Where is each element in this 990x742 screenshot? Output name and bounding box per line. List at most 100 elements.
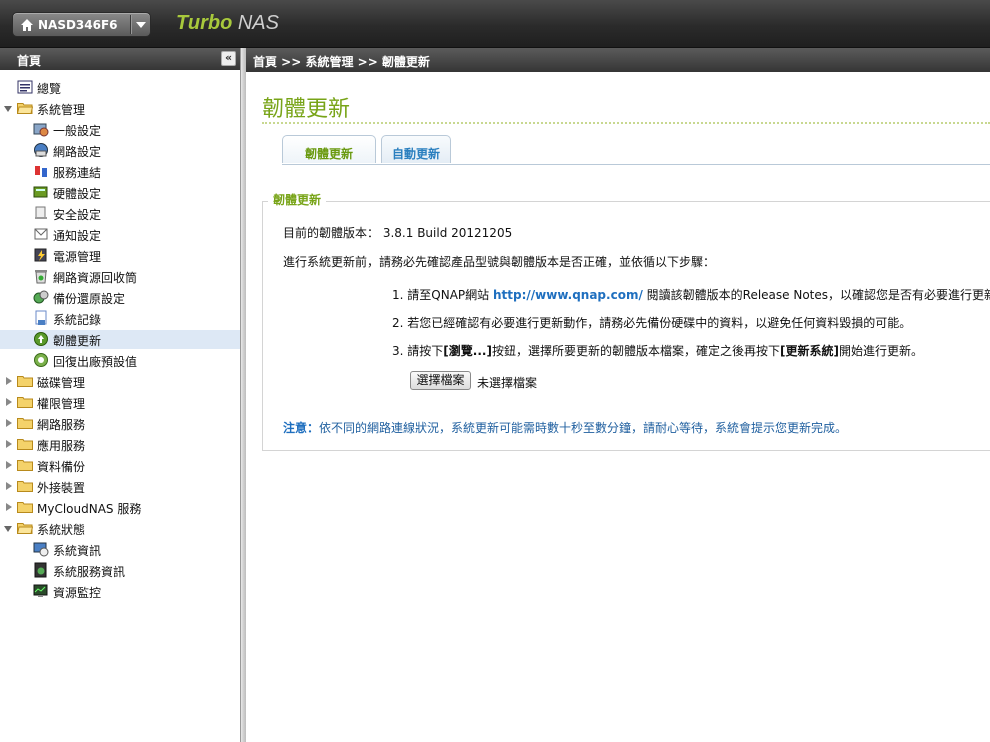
sidebar-item-disk-management[interactable]: 磁碟管理 bbox=[0, 372, 240, 391]
sidebar-item-system-service-information[interactable]: 系統服務資訊 bbox=[0, 561, 240, 580]
expand-toggle-icon[interactable] bbox=[6, 419, 12, 427]
sidebar-item-network-settings[interactable]: 網路設定 bbox=[0, 141, 240, 160]
selector-divider bbox=[130, 15, 131, 34]
tab-label: 韌體更新 bbox=[304, 147, 353, 161]
expand-toggle-icon[interactable] bbox=[6, 461, 12, 469]
tab-bar: 韌體更新 自動更新 bbox=[282, 135, 990, 165]
nas-name: NASD346F6 bbox=[38, 18, 118, 32]
expand-toggle-icon[interactable] bbox=[6, 503, 12, 511]
expand-toggle-icon[interactable] bbox=[6, 482, 12, 490]
step-1: 1. 請至QNAP網站 http://www.qnap.com/ 閱讀該韌體版本… bbox=[392, 286, 990, 303]
tab-firmware-update[interactable]: 韌體更新 bbox=[282, 135, 376, 163]
sidebar-item-label: 網路設定 bbox=[53, 145, 102, 159]
step-3-update-system: [更新系統] bbox=[779, 344, 839, 358]
general-settings-icon bbox=[33, 123, 49, 137]
sidebar-item-label: 備份還原設定 bbox=[53, 292, 126, 306]
title-divider bbox=[262, 122, 990, 124]
step-1-pre: 請至QNAP網站 bbox=[407, 288, 490, 302]
qnap-website-link[interactable]: http://www.qnap.com/ bbox=[493, 288, 643, 302]
step-3-text-a: 請按下 bbox=[407, 344, 444, 358]
step-1-post: 閱讀該韌體版本的Release Notes，以確認您是否有必要進行更新。 bbox=[646, 288, 990, 302]
breadcrumb: 首頁 >> 系統管理 >> 韌體更新 bbox=[246, 48, 990, 72]
sidebar-item-restore-factory-defaults[interactable]: 回復出廠預設值 bbox=[0, 351, 240, 370]
folder-icon bbox=[17, 460, 33, 471]
security-settings-icon bbox=[35, 206, 47, 219]
sidebar-item-label: 資源監控 bbox=[53, 586, 102, 600]
home-icon bbox=[21, 19, 33, 31]
folder-icon bbox=[17, 397, 33, 408]
sidebar-item-mycloudnas[interactable]: MyCloudNAS 服務 bbox=[0, 498, 240, 517]
sidebar-item-label: 外接裝置 bbox=[37, 481, 86, 495]
no-file-chosen-text: 未選擇檔案 bbox=[477, 376, 538, 390]
collapse-sidebar-button[interactable]: « bbox=[221, 51, 236, 66]
chevron-down-icon[interactable] bbox=[136, 22, 146, 28]
expand-toggle-icon[interactable] bbox=[6, 398, 12, 406]
sidebar-item-application-services[interactable]: 應用服務 bbox=[0, 435, 240, 454]
sidebar-item-firmware-update[interactable]: 韌體更新 bbox=[0, 330, 240, 349]
sidebar-item-label: 網路資源回收筒 bbox=[53, 271, 138, 285]
sidebar-item-label: 電源管理 bbox=[53, 250, 102, 264]
note: 注意：依不同的網路連線狀況，系統更新可能需時數十秒至數分鐘，請耐心等待，系統會提… bbox=[283, 419, 847, 436]
sidebar-item-label: 系統服務資訊 bbox=[53, 565, 126, 579]
tab-auto-update[interactable]: 自動更新 bbox=[381, 135, 451, 163]
sidebar-item-label: 資料備份 bbox=[37, 460, 86, 474]
restore-defaults-icon bbox=[34, 353, 48, 367]
sidebar-item-label: 系統記錄 bbox=[53, 313, 102, 327]
system-logs-icon bbox=[35, 310, 47, 325]
sidebar-item-permission-management[interactable]: 權限管理 bbox=[0, 393, 240, 412]
sidebar-item-system-status[interactable]: 系統狀態 bbox=[0, 519, 240, 538]
page-title: 韌體更新 bbox=[262, 97, 351, 122]
service-binding-icon bbox=[35, 166, 47, 177]
sidebar-item-label: 回復出廠預設值 bbox=[53, 355, 138, 369]
sidebar-item-label: 通知設定 bbox=[53, 229, 102, 243]
sidebar-item-notification-settings[interactable]: 通知設定 bbox=[0, 225, 240, 244]
network-settings-icon bbox=[34, 143, 48, 157]
sidebar-item-external-devices[interactable]: 外接裝置 bbox=[0, 477, 240, 496]
nas-selector[interactable]: NASD346F6 bbox=[12, 12, 151, 37]
step-2-text: 若您已經確認有必要進行更新動作，請務必先備份硬碟中的資料，以避免任何資料毀損的可… bbox=[407, 316, 912, 330]
recycle-bin-icon bbox=[35, 270, 47, 284]
sidebar-item-label: 應用服務 bbox=[37, 439, 86, 453]
sidebar-item-label: 硬體設定 bbox=[53, 187, 102, 201]
step-3-browse: [瀏覽...] bbox=[443, 344, 492, 358]
sidebar-item-hardware-settings[interactable]: 硬體設定 bbox=[0, 183, 240, 202]
step-2: 2. 若您已經確認有必要進行更新動作，請務必先備份硬碟中的資料，以避免任何資料毀… bbox=[392, 314, 911, 331]
sidebar-item-security-settings[interactable]: 安全設定 bbox=[0, 204, 240, 223]
sidebar-item-label: 網路服務 bbox=[37, 418, 86, 432]
step-3-text-e: 開始進行更新。 bbox=[838, 344, 923, 358]
sidebar-item-resource-monitor[interactable]: 資源監控 bbox=[0, 582, 240, 601]
sidebar-item-general-settings[interactable]: 一般設定 bbox=[0, 120, 240, 139]
system-information-icon bbox=[33, 542, 49, 557]
sidebar-item-backup-restore[interactable]: 備份還原設定 bbox=[0, 288, 240, 307]
expand-toggle-icon[interactable] bbox=[4, 106, 12, 112]
breadcrumb-text: 首頁 >> 系統管理 >> 韌體更新 bbox=[253, 55, 430, 69]
sidebar-item-label: 一般設定 bbox=[53, 124, 102, 138]
sidebar-item-system-information[interactable]: 系統資訊 bbox=[0, 540, 240, 559]
note-text: 依不同的網路連線狀況，系統更新可能需時數十秒至數分鐘，請耐心等待，系統會提示您更… bbox=[319, 421, 848, 435]
sidebar-item-label: 總覽 bbox=[37, 82, 62, 96]
section-legend: 韌體更新 bbox=[268, 191, 327, 208]
sidebar-item-overview[interactable]: 總覽 bbox=[0, 78, 240, 97]
expand-toggle-icon[interactable] bbox=[6, 440, 12, 448]
tab-divider bbox=[282, 164, 990, 165]
sidebar-item-service-binding[interactable]: 服務連結 bbox=[0, 162, 240, 181]
sidebar-title[interactable]: 首頁 bbox=[17, 52, 41, 69]
system-service-information-icon bbox=[34, 562, 47, 578]
sidebar-item-data-backup[interactable]: 資料備份 bbox=[0, 456, 240, 475]
expand-toggle-icon[interactable] bbox=[6, 377, 12, 385]
sidebar-item-label: 權限管理 bbox=[37, 397, 86, 411]
step-3: 3. 請按下[瀏覽...]按鈕，選擇所要更新的韌體版本檔案，確定之後再按下[更新… bbox=[392, 342, 923, 359]
sidebar-item-power-management[interactable]: 電源管理 bbox=[0, 246, 240, 265]
expand-toggle-icon[interactable] bbox=[4, 526, 12, 532]
sidebar-item-network-services[interactable]: 網路服務 bbox=[0, 414, 240, 433]
current-version-row: 目前的韌體版本： 3.8.1 Build 20121205 bbox=[283, 224, 512, 241]
overview-icon bbox=[17, 80, 33, 94]
choose-file-button[interactable]: 選擇檔案 bbox=[410, 371, 471, 390]
brand-turbo: Turbo bbox=[176, 12, 233, 34]
sidebar-item-system-admin[interactable]: 系統管理 bbox=[0, 99, 240, 118]
sidebar-item-network-recycle-bin[interactable]: 網路資源回收筒 bbox=[0, 267, 240, 286]
power-management-icon bbox=[34, 248, 47, 262]
folder-icon bbox=[17, 439, 33, 450]
sidebar-item-system-logs[interactable]: 系統記錄 bbox=[0, 309, 240, 328]
folder-icon bbox=[17, 376, 33, 387]
